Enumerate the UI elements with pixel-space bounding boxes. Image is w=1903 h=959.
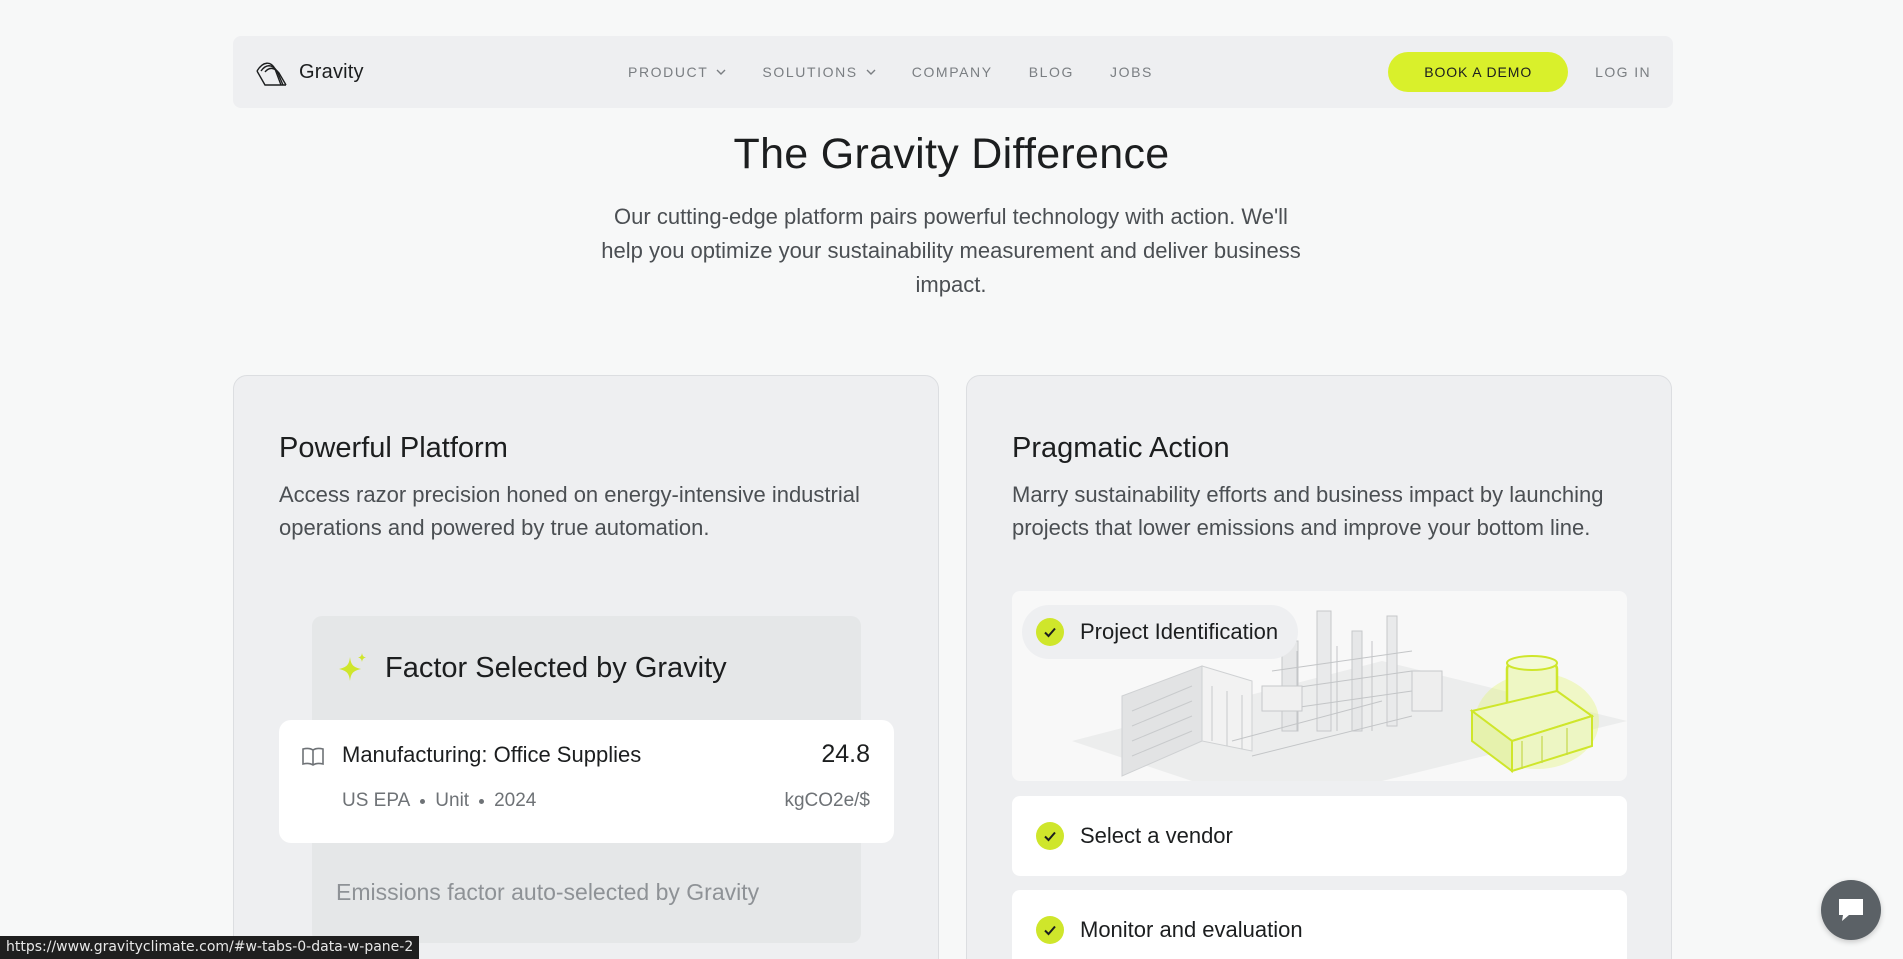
- check-icon: [1036, 822, 1064, 850]
- chat-bubble-icon: [1839, 899, 1863, 921]
- brand[interactable]: Gravity: [255, 57, 364, 87]
- platform-card-title: Powerful Platform: [279, 432, 508, 464]
- nav-blog-label: BLOG: [1028, 64, 1074, 80]
- factor-panel-header: Factor Selected by Gravity: [337, 651, 727, 685]
- gravity-logo-icon: [256, 62, 287, 86]
- nav-jobs-label: JOBS: [1110, 64, 1153, 80]
- step-label: Select a vendor: [1080, 823, 1233, 848]
- book-demo-button[interactable]: BOOK A DEMO: [1388, 52, 1569, 92]
- action-card-description: Marry sustainability efforts and busines…: [1012, 482, 1604, 540]
- nav-jobs[interactable]: JOBS: [1110, 64, 1153, 80]
- factor-meta: US EPA Unit 2024: [342, 790, 536, 812]
- nav-product[interactable]: PRODUCT: [628, 64, 726, 80]
- factor-year: 2024: [494, 790, 537, 811]
- chat-launcher-button[interactable]: [1821, 880, 1881, 940]
- step-pill-project-identification: Project Identification: [1022, 605, 1299, 659]
- step-label: Project Identification: [1080, 619, 1279, 644]
- brand-name: Gravity: [299, 60, 364, 83]
- sparkle-icon: [339, 653, 366, 681]
- check-icon: [1036, 618, 1064, 646]
- book-icon: [302, 747, 324, 766]
- nav-company-label: COMPANY: [911, 64, 993, 80]
- factor-name: Manufacturing: Office Supplies: [342, 742, 642, 767]
- project-identification-step[interactable]: Project Identification: [1012, 591, 1627, 781]
- separator-dot: [479, 798, 485, 804]
- select-vendor-step[interactable]: Select a vendor: [1012, 796, 1627, 876]
- nav-solutions-label: SOLUTIONS: [762, 64, 858, 80]
- factor-panel-footer: Emissions factor auto-selected by Gravit…: [336, 879, 760, 905]
- factor-source: US EPA: [342, 790, 411, 811]
- factor-value: 24.8: [821, 740, 870, 768]
- page-subtitle: Our cutting-edge platform pairs powerful…: [601, 204, 1301, 297]
- nav-actions: BOOK A DEMO LOG IN: [1388, 36, 1651, 108]
- factor-unit: kgCO2e/$: [784, 790, 870, 811]
- chevron-down-icon: [866, 69, 876, 75]
- platform-card: Powerful Platform Access razor precision…: [233, 375, 939, 959]
- separator-dot: [420, 798, 426, 804]
- action-card-title: Pragmatic Action: [1012, 432, 1230, 464]
- factor-type: Unit: [435, 790, 470, 811]
- factor-panel-title: Factor Selected by Gravity: [385, 651, 727, 684]
- monitor-evaluation-step[interactable]: Monitor and evaluation: [1012, 890, 1627, 959]
- top-navbar: Gravity PRODUCT SOLUTIONS COMPANY BLOG J…: [233, 36, 1673, 108]
- nav-blog[interactable]: BLOG: [1029, 64, 1074, 80]
- action-card: Pragmatic Action Marry sustainability ef…: [966, 375, 1672, 959]
- status-bar-url: https://www.gravityclimate.com/#w-tabs-0…: [0, 936, 420, 959]
- step-label: Monitor and evaluation: [1080, 917, 1303, 942]
- nav-links: PRODUCT SOLUTIONS COMPANY BLOG JOBS: [628, 36, 1153, 108]
- nav-company[interactable]: COMPANY: [912, 64, 993, 80]
- nav-solutions[interactable]: SOLUTIONS: [762, 64, 876, 80]
- login-link[interactable]: LOG IN: [1595, 64, 1651, 80]
- chevron-down-icon: [716, 69, 726, 75]
- check-icon: [1036, 916, 1064, 944]
- platform-card-description: Access razor precision honed on energy-i…: [279, 482, 860, 540]
- nav-product-label: PRODUCT: [628, 64, 709, 80]
- emission-factor-item: Manufacturing: Office Supplies 24.8 US E…: [279, 720, 894, 843]
- page-title: The Gravity Difference: [733, 130, 1170, 178]
